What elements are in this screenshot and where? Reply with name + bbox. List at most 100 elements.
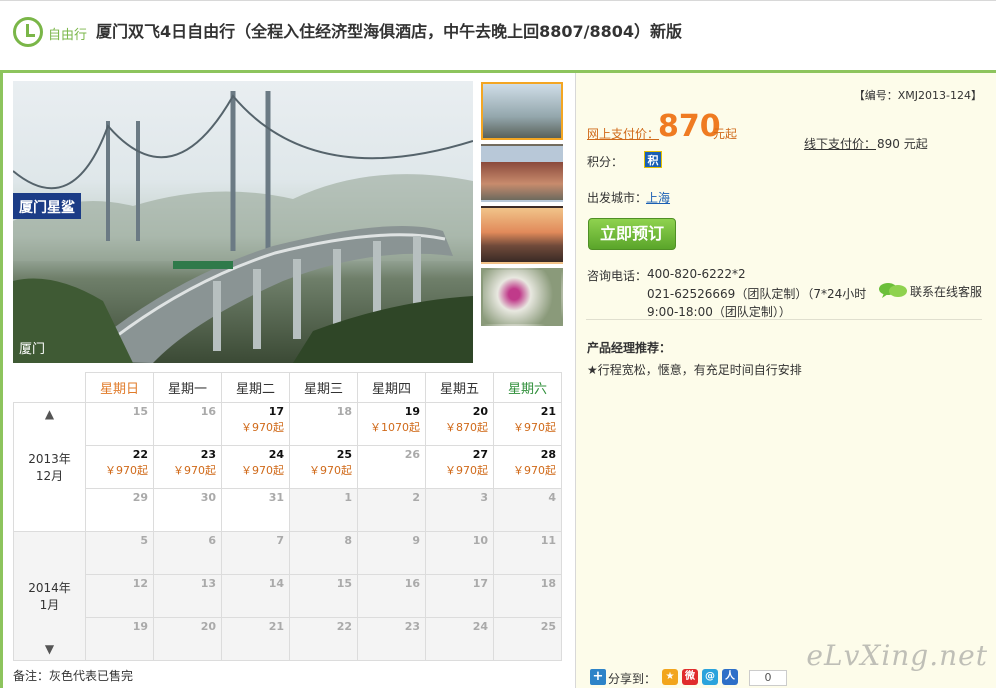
day-price: ￥970起 [445,464,488,477]
day-price: ￥970起 [173,464,216,477]
calendar-day: 16 [357,574,426,618]
day-number: 21 [540,405,556,418]
day-number: 24 [268,448,284,461]
calendar-day: 25 [493,617,562,661]
day-number: 25 [540,620,556,633]
calendar-day: 3 [425,488,494,532]
calendar-note: 备注：灰色代表已售完 [13,669,134,683]
calendar-day: 7 [221,531,290,575]
month-label-cell: ▼ 2014年 1月 [13,531,86,661]
day-number: 15 [132,405,148,418]
tencent-share-icon[interactable]: @ [702,669,718,685]
day-price: ￥970起 [241,421,284,434]
calendar-day[interactable]: 19 ￥1070起 [357,402,426,446]
gallery-and-calendar: 厦门星鲨 厦门 星期日 星期一 星期二 星期三 星期四 星期五 星期六 ▲ 201… [3,73,575,688]
calendar-day: 29 [85,488,154,532]
price-calendar: 星期日 星期一 星期二 星期三 星期四 星期五 星期六 ▲ 2013年 12月 15 1… [13,372,562,661]
day-number: 2 [412,491,420,504]
day-number: 13 [200,577,216,590]
calendar-day: 18 [493,574,562,618]
online-price-link[interactable]: 网上支付价： [587,125,659,142]
day-number: 15 [336,577,352,590]
day-price: ￥970起 [105,464,148,477]
online-service-link[interactable]: 联系在线客服 [910,283,982,300]
month-year: 2014年 [28,581,71,595]
calendar-day[interactable]: 17 ￥970起 [221,402,290,446]
next-month-arrow-icon[interactable]: ▼ [14,642,85,656]
calendar-day[interactable]: 20 ￥870起 [425,402,494,446]
calendar-day: 30 [153,488,222,532]
thumbnail-sunset-harbor[interactable] [481,206,563,264]
day-number: 5 [140,534,148,547]
day-number: 19 [132,620,148,633]
book-now-button[interactable]: 立即预订 [588,218,676,250]
calendar-day: 13 [153,574,222,618]
calendar-day: 20 [153,617,222,661]
day-number: 9 [412,534,420,547]
calendar-day[interactable]: 23 ￥970起 [153,445,222,489]
page-title: 厦门双飞4日自由行（全程入住经济型海俱酒店，中午去晚上回8807/8804）新版 [96,22,683,41]
month-name: 1月 [39,598,60,612]
weekday-header: 星期一 [153,372,222,403]
day-number: 29 [132,491,148,504]
main-photo[interactable]: 厦门星鲨 厦门 [13,81,473,363]
day-number: 7 [276,534,284,547]
calendar-day: 15 [85,402,154,446]
day-number: 31 [268,491,284,504]
product-code: 【编号：XMJ2013-124】 [853,89,982,102]
day-number: 4 [548,491,556,504]
page-header: 自由行 厦门双飞4日自由行（全程入住经济型海俱酒店，中午去晚上回8807/880… [0,4,996,70]
previous-month-arrow-icon[interactable]: ▲ [14,407,85,421]
calendar-day[interactable]: 22 ￥970起 [85,445,154,489]
calendar-day: 31 [221,488,290,532]
calendar-day: 11 [493,531,562,575]
calendar-day: 19 [85,617,154,661]
chat-bubbles-icon[interactable] [878,281,908,299]
calendar-day[interactable]: 28 ￥970起 [493,445,562,489]
calendar-day[interactable]: 25 ￥970起 [289,445,358,489]
day-number: 1 [344,491,352,504]
calendar-day: 9 [357,531,426,575]
day-number: 18 [336,405,352,418]
month-label-cell: ▲ 2013年 12月 [13,402,86,532]
weekday-header: 星期五 [425,372,494,403]
share-plus-icon[interactable]: + [590,669,606,685]
day-number: 16 [200,405,216,418]
day-number: 20 [472,405,488,418]
renren-share-icon[interactable]: 人 [722,669,738,685]
calendar-day: 22 [289,617,358,661]
calendar-day[interactable]: 24 ￥970起 [221,445,290,489]
phone-label: 咨询电话： [587,269,648,283]
day-price: ￥970起 [513,464,556,477]
calendar-day[interactable]: 27 ￥970起 [425,445,494,489]
phone-hours: 9:00-18:00（团队定制）） [647,305,791,319]
divider [586,319,982,320]
weekday-header: 星期日 [85,372,154,403]
day-number: 17 [472,577,488,590]
qzone-share-icon[interactable]: ★ [662,669,678,685]
thumbnail-flower[interactable] [481,268,563,326]
day-number: 22 [336,620,352,633]
points-icon[interactable]: 积 [644,151,662,168]
day-number: 23 [200,448,216,461]
departure-city-link[interactable]: 上海 [646,189,670,206]
recommendation-title: 产品经理推荐： [587,341,672,355]
day-number: 12 [132,577,148,590]
calendar-day[interactable]: 21 ￥970起 [493,402,562,446]
day-price: ￥870起 [445,421,488,434]
day-number: 11 [540,534,556,547]
points-label: 积分： [587,155,624,169]
day-price: ￥970起 [513,421,556,434]
thumbnail-bridge[interactable] [481,82,563,140]
day-number: 23 [404,620,420,633]
thumbnail-building[interactable] [481,144,563,202]
weibo-share-icon[interactable]: 微 [682,669,698,685]
calendar-day: 24 [425,617,494,661]
calendar-day: 21 [221,617,290,661]
month-year: 2013年 [28,452,71,466]
phone-number: 400-820-6222*2 [647,267,746,281]
billboard-text: 厦门星鲨 [19,199,75,216]
day-number: 10 [472,534,488,547]
offline-price-link[interactable]: 线下支付价： [804,135,876,152]
calendar-day: 15 [289,574,358,618]
